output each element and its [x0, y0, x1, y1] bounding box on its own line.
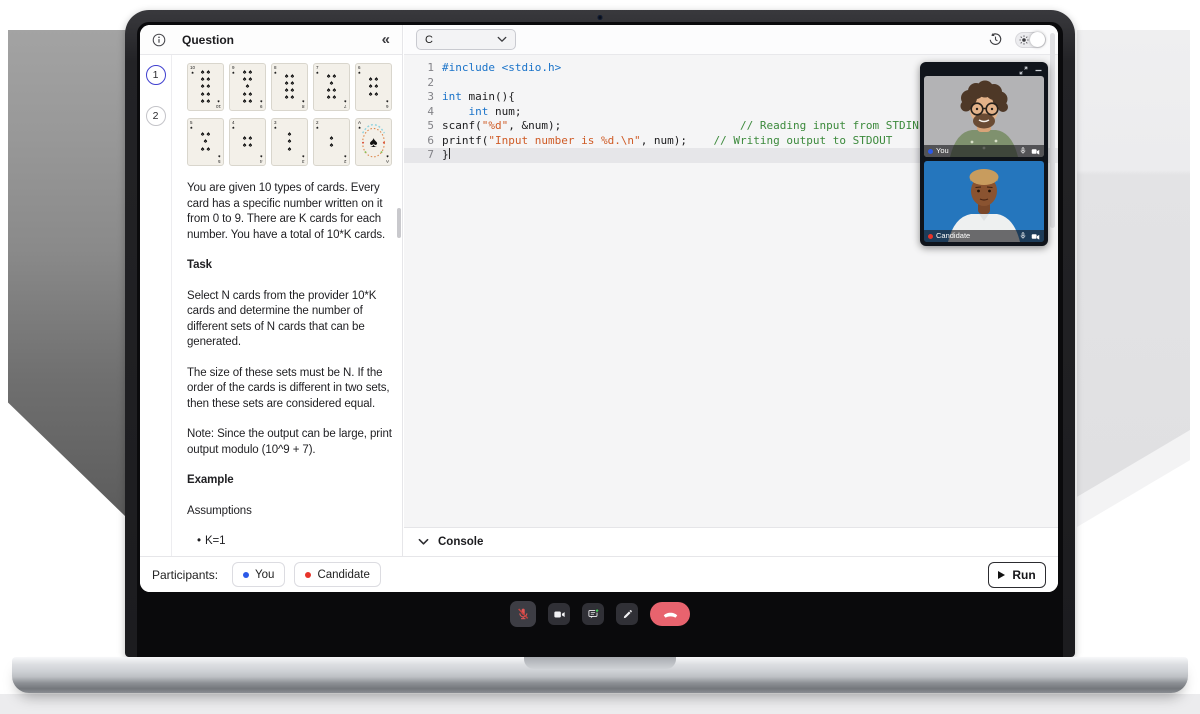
video-tile-you: You — [924, 76, 1044, 157]
video-panel-header — [920, 62, 1048, 76]
mic-toggle[interactable] — [1019, 147, 1027, 155]
video-tiles: You Candidate — [920, 76, 1048, 242]
playing-card-5: 5♠♠ ♠♠♠ ♠5♠ — [187, 118, 224, 166]
question-paragraph: The size of these sets must be N. If the… — [187, 366, 395, 413]
theme-toggle-knob — [1030, 32, 1045, 47]
question-text: You are given 10 types of cards. Every c… — [187, 181, 402, 550]
console-label: Console — [438, 536, 483, 548]
participant-name: Candidate — [936, 232, 970, 240]
question-tabs-rail: 12 — [140, 55, 172, 556]
console-bar[interactable]: Console — [404, 527, 1058, 556]
question-paragraph: You are given 10 types of cards. Every c… — [187, 181, 395, 243]
playing-card-4: 4♠♠ ♠♠ ♠4♠ — [229, 118, 266, 166]
backdrop-right-shape — [1077, 30, 1190, 497]
question-content: 10♠♠ ♠♠ ♠♠ ♠♠ ♠♠ ♠10♠9♠♠ ♠♠ ♠♠♠ ♠♠ ♠9♠8♠… — [172, 55, 402, 556]
status-dot — [928, 234, 933, 239]
expand-icon[interactable] — [1019, 66, 1028, 75]
question-scrollbar-thumb[interactable] — [397, 208, 401, 238]
laptop-screen: Question « 12 10♠♠ ♠♠ ♠♠ ♠♠ ♠♠ ♠10♠9♠♠ ♠… — [137, 22, 1063, 657]
camera-icon — [1031, 147, 1040, 156]
question-paragraph: •K=1 — [187, 534, 395, 550]
editor-scrollbar-thumb[interactable] — [1050, 33, 1055, 228]
webcam-dot — [598, 15, 603, 20]
status-dot — [928, 149, 933, 154]
playing-card-9: 9♠♠ ♠♠ ♠♠♠ ♠♠ ♠9♠ — [229, 63, 266, 111]
participants-bar: Participants: You Candidate Run — [140, 556, 1058, 592]
video-tile-candidate: Candidate — [924, 161, 1044, 242]
playing-card-A: A♠♠A♠ — [355, 118, 392, 166]
playing-card-8: 8♠♠ ♠♠ ♠♠ ♠♠ ♠8♠ — [271, 63, 308, 111]
camera-icon — [1031, 232, 1040, 241]
draw-button[interactable] — [616, 603, 638, 625]
question-paragraph: Select N cards from the provider 10*K ca… — [187, 289, 395, 351]
video-call-panel: You Candidate — [920, 62, 1048, 246]
backdrop-bottom-band — [0, 694, 1200, 714]
playing-card-2: 2♠♠♠2♠ — [313, 118, 350, 166]
mic-muted-button[interactable] — [510, 601, 536, 627]
question-paragraph: Task — [187, 258, 395, 274]
laptop-mockup: Question « 12 10♠♠ ♠♠ ♠♠ ♠♠ ♠♠ ♠10♠9♠♠ ♠… — [125, 10, 1075, 657]
history-icon[interactable] — [988, 32, 1003, 47]
mic-toggle[interactable] — [1019, 232, 1027, 240]
mic-icon — [1019, 147, 1027, 155]
run-button[interactable]: Run — [988, 562, 1046, 588]
editor-toolbar: C — [404, 25, 1058, 55]
play-icon — [998, 571, 1005, 579]
participant-chip-you: You — [232, 562, 285, 587]
mic-icon — [1019, 232, 1027, 240]
collapse-panel-icon[interactable]: « — [382, 32, 390, 47]
chevron-down-icon — [497, 36, 507, 43]
video-name-bar: Candidate — [924, 230, 1044, 242]
question-paragraph: Note: Since the output can be large, pri… — [187, 427, 395, 458]
call-controls — [137, 601, 1063, 627]
run-button-label: Run — [1012, 568, 1035, 582]
mic-off-icon — [515, 606, 531, 622]
end-call-icon — [662, 606, 679, 623]
app-window: Question « 12 10♠♠ ♠♠ ♠♠ ♠♠ ♠♠ ♠10♠9♠♠ ♠… — [140, 25, 1058, 592]
language-select[interactable]: C — [416, 29, 516, 50]
text-cursor — [449, 148, 451, 159]
question-tab-2[interactable]: 2 — [146, 106, 166, 126]
participant-chips: You Candidate — [232, 562, 390, 587]
question-panel-header: Question « — [140, 25, 402, 55]
playing-card-3: 3♠♠♠♠3♠ — [271, 118, 308, 166]
theme-toggle[interactable] — [1015, 32, 1046, 48]
question-paragraph: Assumptions — [187, 504, 395, 520]
laptop-base-notch — [524, 657, 676, 669]
sun-icon — [1019, 35, 1029, 45]
chevron-down-icon — [418, 538, 429, 546]
question-tab-1[interactable]: 1 — [146, 65, 166, 85]
pencil-icon — [621, 608, 634, 621]
info-icon[interactable] — [152, 33, 166, 47]
language-select-value: C — [425, 34, 433, 46]
playing-card-7: 7♠♠ ♠♠♠ ♠♠ ♠7♠ — [313, 63, 350, 111]
camera-toggle[interactable] — [1031, 232, 1040, 241]
video-name-bar: You — [924, 145, 1044, 157]
question-panel: Question « 12 10♠♠ ♠♠ ♠♠ ♠♠ ♠♠ ♠10♠9♠♠ ♠… — [140, 25, 403, 556]
camera-toggle[interactable] — [1031, 147, 1040, 156]
backdrop-left-shape — [8, 30, 126, 517]
question-paragraph: Example — [187, 473, 395, 489]
participant-chip-candidate: Candidate — [294, 562, 380, 587]
chat-button[interactable] — [582, 603, 604, 625]
camera-button[interactable] — [548, 603, 570, 625]
minimize-icon[interactable] — [1034, 66, 1043, 75]
playing-cards-image: 10♠♠ ♠♠ ♠♠ ♠♠ ♠♠ ♠10♠9♠♠ ♠♠ ♠♠♠ ♠♠ ♠9♠8♠… — [187, 63, 402, 166]
status-dot — [305, 572, 311, 578]
editor-toolbar-tools — [988, 32, 1046, 48]
playing-card-6: 6♠♠ ♠♠ ♠♠ ♠6♠ — [355, 63, 392, 111]
camera-icon — [553, 608, 566, 621]
page: Question « 12 10♠♠ ♠♠ ♠♠ ♠♠ ♠♠ ♠10♠9♠♠ ♠… — [0, 0, 1200, 714]
question-panel-body: 12 10♠♠ ♠♠ ♠♠ ♠♠ ♠♠ ♠10♠9♠♠ ♠♠ ♠♠♠ ♠♠ ♠9… — [140, 55, 402, 556]
playing-card-10: 10♠♠ ♠♠ ♠♠ ♠♠ ♠♠ ♠10♠ — [187, 63, 224, 111]
laptop-base — [12, 657, 1188, 693]
participants-label: Participants: — [152, 568, 218, 582]
chat-icon — [587, 608, 600, 621]
status-dot — [243, 572, 249, 578]
participant-name: You — [936, 147, 949, 155]
end-call-button[interactable] — [650, 602, 690, 626]
question-panel-title: Question — [182, 33, 234, 47]
